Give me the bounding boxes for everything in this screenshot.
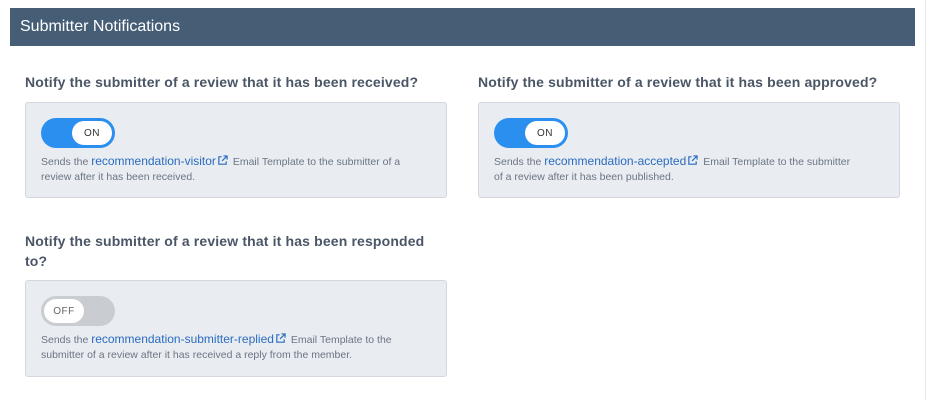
setting-box-approved: ON Sends the recommendation-accepted Ema… bbox=[478, 102, 900, 198]
scroll-edge bbox=[925, 0, 926, 400]
question-approved: Notify the submitter of a review that it… bbox=[478, 74, 878, 90]
email-template-link[interactable]: recommendation-visitor bbox=[91, 154, 216, 168]
setting-box-responded: OFF Sends the recommendation-submitter-r… bbox=[25, 280, 447, 377]
toggle-knob: OFF bbox=[44, 299, 84, 323]
email-template-link[interactable]: recommendation-submitter-replied bbox=[91, 332, 274, 346]
toggle-knob: ON bbox=[72, 121, 112, 145]
question-responded: Notify the submitter of a review that it… bbox=[25, 233, 425, 269]
description-responded: Sends the recommendation-submitter-repli… bbox=[41, 332, 392, 361]
setting-box-received: ON Sends the recommendation-visitor Emai… bbox=[25, 102, 447, 198]
external-link-icon[interactable] bbox=[275, 333, 286, 344]
email-template-link[interactable]: recommendation-accepted bbox=[544, 154, 686, 168]
toggle-received[interactable]: ON bbox=[41, 118, 115, 148]
external-link-icon[interactable] bbox=[217, 155, 228, 166]
toggle-approved[interactable]: ON bbox=[494, 118, 568, 148]
external-link-icon[interactable] bbox=[687, 155, 698, 166]
description-approved: Sends the recommendation-accepted Email … bbox=[494, 154, 851, 183]
toggle-responded[interactable]: OFF bbox=[41, 296, 115, 326]
toggle-knob: ON bbox=[525, 121, 565, 145]
description-received: Sends the recommendation-visitor Email T… bbox=[41, 154, 401, 183]
question-received: Notify the submitter of a review that it… bbox=[25, 74, 419, 90]
panel-title: Submitter Notifications bbox=[10, 8, 915, 46]
